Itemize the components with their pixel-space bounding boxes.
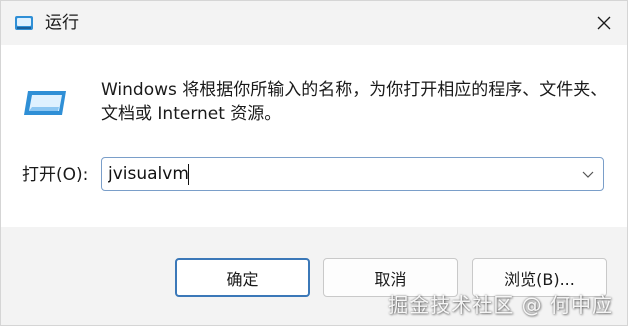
close-button[interactable] bbox=[581, 1, 627, 45]
chevron-down-icon[interactable] bbox=[581, 169, 595, 179]
run-large-icon bbox=[24, 91, 66, 115]
window-title: 运行 bbox=[45, 13, 79, 33]
title-bar: 运行 bbox=[1, 1, 627, 45]
text-caret bbox=[188, 164, 189, 185]
run-dialog: 运行 Windows 将根据你所输入的名称，为你打开相应的程序、文件夹、文档或 … bbox=[0, 0, 628, 326]
close-icon bbox=[597, 16, 611, 30]
dialog-description: Windows 将根据你所输入的名称，为你打开相应的程序、文件夹、文档或 Int… bbox=[101, 80, 608, 124]
open-combobox[interactable] bbox=[101, 157, 604, 191]
ok-button[interactable]: 确定 bbox=[175, 258, 310, 297]
watermark: 掘金技术社区 @ 何中应 bbox=[388, 293, 613, 317]
dialog-body: Windows 将根据你所输入的名称，为你打开相应的程序、文件夹、文档或 Int… bbox=[1, 45, 627, 227]
open-label: 打开(O): bbox=[22, 165, 89, 185]
open-input[interactable] bbox=[108, 158, 568, 190]
run-app-icon bbox=[15, 16, 33, 30]
